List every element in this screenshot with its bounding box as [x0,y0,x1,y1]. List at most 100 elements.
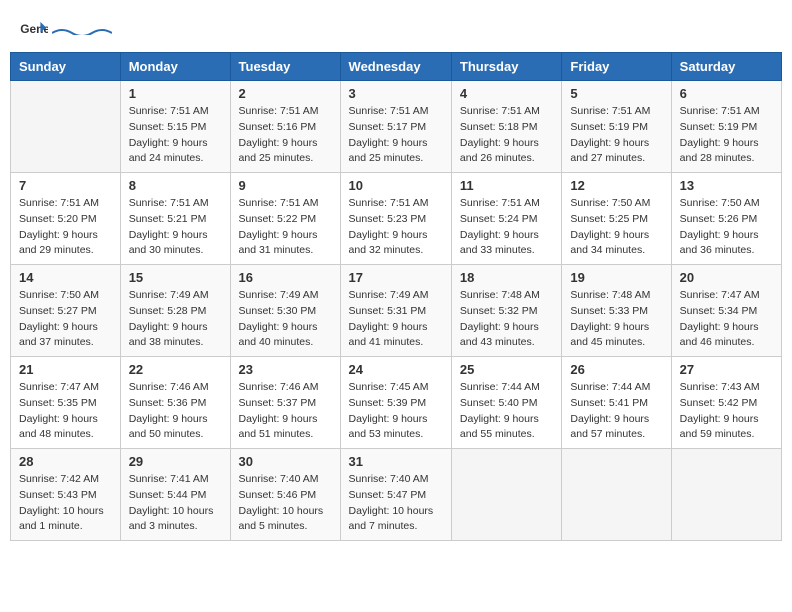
day-detail: Sunrise: 7:51 AM Sunset: 5:17 PM Dayligh… [349,104,443,167]
day-cell: 10 Sunrise: 7:51 AM Sunset: 5:23 PM Dayli… [340,173,451,265]
day-number: 17 [349,270,443,285]
day-number: 29 [129,454,222,469]
day-number: 8 [129,178,222,193]
logo: General [20,20,112,42]
day-number: 14 [19,270,112,285]
day-detail: Sunrise: 7:51 AM Sunset: 5:21 PM Dayligh… [129,196,222,259]
day-number: 7 [19,178,112,193]
day-detail: Sunrise: 7:51 AM Sunset: 5:18 PM Dayligh… [460,104,553,167]
day-number: 28 [19,454,112,469]
day-number: 9 [239,178,332,193]
day-detail: Sunrise: 7:49 AM Sunset: 5:30 PM Dayligh… [239,288,332,351]
week-row-1: 1 Sunrise: 7:51 AM Sunset: 5:15 PM Daylig… [11,81,782,173]
day-detail: Sunrise: 7:40 AM Sunset: 5:46 PM Dayligh… [239,472,332,535]
day-detail: Sunrise: 7:44 AM Sunset: 5:41 PM Dayligh… [570,380,662,443]
day-cell: 6 Sunrise: 7:51 AM Sunset: 5:19 PM Daylig… [671,81,781,173]
day-cell: 31 Sunrise: 7:40 AM Sunset: 5:47 PM Dayli… [340,449,451,541]
day-cell: 24 Sunrise: 7:45 AM Sunset: 5:39 PM Dayli… [340,357,451,449]
day-number: 5 [570,86,662,101]
day-cell: 14 Sunrise: 7:50 AM Sunset: 5:27 PM Dayli… [11,265,121,357]
day-cell: 29Sunrise: 7:41 AM Sunset: 5:44 PM Dayli… [120,449,230,541]
day-detail: Sunrise: 7:48 AM Sunset: 5:33 PM Dayligh… [570,288,662,351]
day-cell: 25 Sunrise: 7:44 AM Sunset: 5:40 PM Dayli… [451,357,561,449]
day-detail: Sunrise: 7:43 AM Sunset: 5:42 PM Dayligh… [680,380,773,443]
day-cell: 28Sunrise: 7:42 AM Sunset: 5:43 PM Dayli… [11,449,121,541]
day-cell: 3 Sunrise: 7:51 AM Sunset: 5:17 PM Daylig… [340,81,451,173]
day-cell: 4 Sunrise: 7:51 AM Sunset: 5:18 PM Daylig… [451,81,561,173]
day-cell: 19 Sunrise: 7:48 AM Sunset: 5:33 PM Dayli… [562,265,671,357]
day-number: 15 [129,270,222,285]
day-number: 25 [460,362,553,377]
day-number: 24 [349,362,443,377]
day-cell: 7Sunrise: 7:51 AM Sunset: 5:20 PM Daylig… [11,173,121,265]
week-row-5: 28Sunrise: 7:42 AM Sunset: 5:43 PM Dayli… [11,449,782,541]
day-cell: 23Sunrise: 7:46 AM Sunset: 5:37 PM Dayli… [230,357,340,449]
day-detail: Sunrise: 7:51 AM Sunset: 5:19 PM Dayligh… [680,104,773,167]
weekday-header-wednesday: Wednesday [340,53,451,81]
day-cell [562,449,671,541]
day-number: 13 [680,178,773,193]
day-cell: 26 Sunrise: 7:44 AM Sunset: 5:41 PM Dayli… [562,357,671,449]
day-number: 3 [349,86,443,101]
day-cell [451,449,561,541]
day-number: 19 [570,270,662,285]
day-number: 21 [19,362,112,377]
day-detail: Sunrise: 7:45 AM Sunset: 5:39 PM Dayligh… [349,380,443,443]
weekday-header-row: SundayMondayTuesdayWednesdayThursdayFrid… [11,53,782,81]
day-detail: Sunrise: 7:46 AM Sunset: 5:36 PM Dayligh… [129,380,222,443]
day-cell: 27 Sunrise: 7:43 AM Sunset: 5:42 PM Dayli… [671,357,781,449]
day-number: 26 [570,362,662,377]
day-detail: Sunrise: 7:40 AM Sunset: 5:47 PM Dayligh… [349,472,443,535]
day-number: 31 [349,454,443,469]
day-cell: 22 Sunrise: 7:46 AM Sunset: 5:36 PM Dayli… [120,357,230,449]
day-cell: 11 Sunrise: 7:51 AM Sunset: 5:24 PM Dayli… [451,173,561,265]
day-cell: 21 Sunrise: 7:47 AM Sunset: 5:35 PM Dayli… [11,357,121,449]
week-row-3: 14 Sunrise: 7:50 AM Sunset: 5:27 PM Dayli… [11,265,782,357]
day-cell: 8 Sunrise: 7:51 AM Sunset: 5:21 PM Daylig… [120,173,230,265]
day-detail: Sunrise: 7:47 AM Sunset: 5:35 PM Dayligh… [19,380,112,443]
day-detail: Sunrise: 7:51 AM Sunset: 5:24 PM Dayligh… [460,196,553,259]
day-number: 1 [129,86,222,101]
weekday-header-friday: Friday [562,53,671,81]
day-number: 2 [239,86,332,101]
day-number: 4 [460,86,553,101]
day-cell: 20 Sunrise: 7:47 AM Sunset: 5:34 PM Dayli… [671,265,781,357]
week-row-4: 21 Sunrise: 7:47 AM Sunset: 5:35 PM Dayli… [11,357,782,449]
weekday-header-tuesday: Tuesday [230,53,340,81]
day-number: 20 [680,270,773,285]
day-number: 6 [680,86,773,101]
day-detail: Sunrise: 7:51 AM Sunset: 5:19 PM Dayligh… [570,104,662,167]
day-detail: Sunrise: 7:47 AM Sunset: 5:34 PM Dayligh… [680,288,773,351]
day-cell: 12Sunrise: 7:50 AM Sunset: 5:25 PM Dayli… [562,173,671,265]
day-number: 10 [349,178,443,193]
logo-icon: General [20,20,48,42]
day-cell: 2Sunrise: 7:51 AM Sunset: 5:16 PM Daylig… [230,81,340,173]
calendar-table: SundayMondayTuesdayWednesdayThursdayFrid… [10,52,782,541]
logo-wave [52,27,112,35]
day-number: 11 [460,178,553,193]
day-detail: Sunrise: 7:51 AM Sunset: 5:15 PM Dayligh… [129,104,222,167]
day-cell [11,81,121,173]
day-cell: 15Sunrise: 7:49 AM Sunset: 5:28 PM Dayli… [120,265,230,357]
day-number: 18 [460,270,553,285]
day-number: 12 [570,178,662,193]
day-cell [671,449,781,541]
day-detail: Sunrise: 7:51 AM Sunset: 5:23 PM Dayligh… [349,196,443,259]
week-row-2: 7Sunrise: 7:51 AM Sunset: 5:20 PM Daylig… [11,173,782,265]
day-detail: Sunrise: 7:46 AM Sunset: 5:37 PM Dayligh… [239,380,332,443]
day-cell: 30 Sunrise: 7:40 AM Sunset: 5:46 PM Dayli… [230,449,340,541]
day-number: 22 [129,362,222,377]
day-detail: Sunrise: 7:44 AM Sunset: 5:40 PM Dayligh… [460,380,553,443]
day-detail: Sunrise: 7:50 AM Sunset: 5:27 PM Dayligh… [19,288,112,351]
day-number: 16 [239,270,332,285]
day-cell: 16 Sunrise: 7:49 AM Sunset: 5:30 PM Dayli… [230,265,340,357]
weekday-header-sunday: Sunday [11,53,121,81]
day-detail: Sunrise: 7:50 AM Sunset: 5:26 PM Dayligh… [680,196,773,259]
day-number: 30 [239,454,332,469]
day-cell: 18Sunrise: 7:48 AM Sunset: 5:32 PM Dayli… [451,265,561,357]
day-number: 27 [680,362,773,377]
day-cell: 5 Sunrise: 7:51 AM Sunset: 5:19 PM Daylig… [562,81,671,173]
header: General [10,10,782,47]
day-cell: 13 Sunrise: 7:50 AM Sunset: 5:26 PM Dayli… [671,173,781,265]
day-detail: Sunrise: 7:49 AM Sunset: 5:31 PM Dayligh… [349,288,443,351]
